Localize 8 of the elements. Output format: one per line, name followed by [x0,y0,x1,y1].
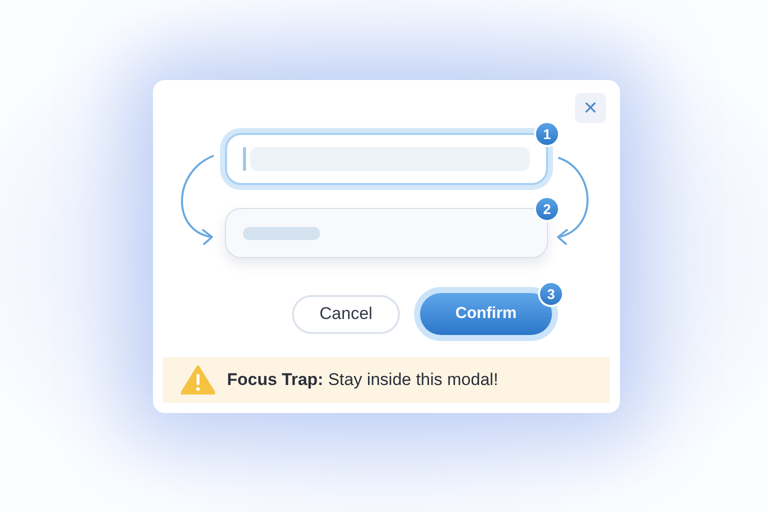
step-badge: 2 [534,196,560,222]
warning-message: Focus Trap: Stay inside this modal! [227,369,498,392]
step-badge: 3 [538,281,564,307]
warning-icon [181,365,215,395]
cancel-button[interactable]: Cancel [292,294,400,334]
close-button[interactable]: ✕ [575,93,606,123]
step-badge: 1 [534,121,560,147]
text-caret [243,147,246,171]
